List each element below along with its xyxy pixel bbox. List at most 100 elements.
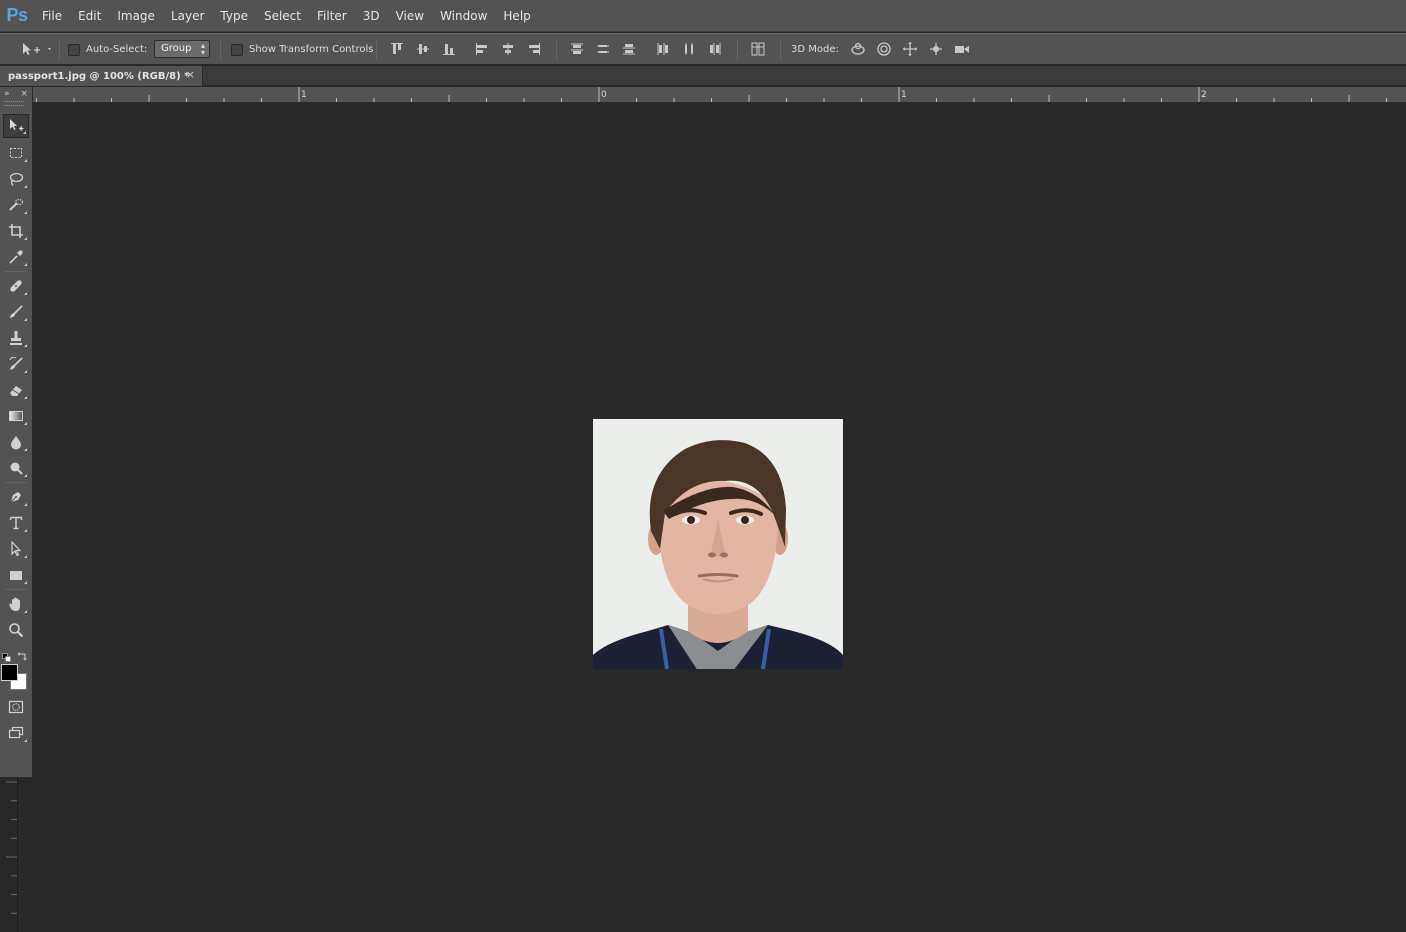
tool-flyout-indicator — [24, 159, 27, 162]
brush-tool-button[interactable] — [3, 300, 29, 324]
path-selection-tool-button[interactable] — [3, 537, 29, 561]
collapse-panel-icon[interactable]: » — [4, 89, 10, 99]
pen-icon — [10, 492, 21, 503]
path-selection-icon — [11, 541, 22, 557]
ruler-label: 1 — [901, 90, 907, 100]
rectangle-tool-button[interactable] — [3, 563, 29, 587]
align-left-edges-icon[interactable] — [474, 41, 490, 57]
slide-3d-object-icon[interactable] — [928, 41, 944, 57]
tools-panel-header: » × — [0, 87, 32, 101]
distribute-vertical-centers-icon[interactable] — [595, 41, 611, 57]
screen-mode-button[interactable] — [3, 721, 29, 745]
divider — [376, 40, 377, 60]
scale-3d-object-icon[interactable] — [954, 41, 970, 57]
distribute-top-edges-icon[interactable] — [569, 41, 585, 57]
divider — [220, 40, 221, 60]
panel-grip[interactable] — [4, 101, 24, 106]
tool-flyout-indicator — [24, 555, 27, 558]
close-panel-icon[interactable]: × — [20, 89, 28, 99]
lasso-tool-button[interactable] — [3, 167, 29, 191]
auto-select-target-dropdown[interactable]: Group ▴ ▾ — [154, 40, 210, 58]
distribute-bottom-edges-icon[interactable] — [621, 41, 637, 57]
options-bar: Auto-Select: Group ▴ ▾ Show Transform Con… — [0, 33, 1406, 65]
eraser-icon — [10, 386, 22, 396]
roll-3d-object-icon[interactable] — [876, 41, 892, 57]
document-tab[interactable]: passport1.jpg @ 100% (RGB/8) * × — [0, 66, 203, 86]
rotate-3d-object-icon[interactable] — [850, 41, 866, 57]
tool-flyout-indicator — [24, 370, 27, 373]
foreground-color-swatch[interactable] — [1, 664, 18, 681]
tool-flyout-indicator — [24, 211, 27, 214]
type-tool-button[interactable] — [3, 511, 29, 535]
auto-align-layers-icon[interactable] — [750, 41, 766, 57]
align-top-edges-icon[interactable] — [389, 41, 405, 57]
gradient-tool-button[interactable] — [3, 404, 29, 428]
menu-3d[interactable]: 3D — [355, 0, 388, 32]
ruler-label: 1 — [301, 90, 307, 100]
passport-photo[interactable] — [593, 419, 843, 669]
quick-selection-tool-button[interactable] — [3, 193, 29, 217]
auto-select-checkbox[interactable]: Auto-Select: — [68, 34, 147, 65]
move-tool-button[interactable] — [3, 114, 29, 138]
eyedropper-tool-button[interactable] — [3, 245, 29, 269]
menu-edit[interactable]: Edit — [70, 0, 109, 32]
menu-filter[interactable]: Filter — [309, 0, 355, 32]
menu-view[interactable]: View — [388, 0, 432, 32]
close-tab-icon[interactable]: × — [186, 68, 195, 81]
tool-flyout-indicator — [24, 185, 27, 188]
canvas-area[interactable] — [33, 104, 1406, 932]
crop-tool-button[interactable] — [3, 219, 29, 243]
menu-type[interactable]: Type — [212, 0, 256, 32]
blur-tool-button[interactable] — [3, 430, 29, 454]
quick-mask-mode-button[interactable] — [3, 695, 29, 719]
tool-group-divider — [4, 589, 28, 590]
type-icon — [9, 516, 23, 530]
transform-label: Show Transform Controls — [249, 44, 374, 55]
swap-colors-icon[interactable] — [17, 646, 27, 661]
eraser-tool-button[interactable] — [3, 378, 29, 402]
distribute-left-edges-icon[interactable] — [655, 41, 671, 57]
spot-healing-brush-tool-button[interactable] — [3, 274, 29, 298]
distribute-horizontal-centers-icon[interactable] — [681, 41, 697, 57]
show-transform-controls-checkbox[interactable]: Show Transform Controls — [231, 34, 373, 65]
drag-3d-object-icon[interactable] — [902, 41, 918, 57]
distribute-right-edges-icon[interactable] — [707, 41, 723, 57]
align-horizontal-centers-icon[interactable] — [500, 41, 516, 57]
screen-mode-icon — [8, 726, 24, 739]
3d-mode-label: 3D Mode: — [791, 44, 839, 55]
tool-flyout-indicator — [24, 396, 27, 399]
menu-window[interactable]: Window — [432, 0, 495, 32]
marquee-tool-button[interactable] — [3, 141, 29, 165]
tool-flyout-indicator — [24, 610, 27, 613]
hand-tool-button[interactable] — [3, 592, 29, 616]
clone-stamp-tool-button[interactable] — [3, 326, 29, 350]
menu-image[interactable]: Image — [109, 0, 163, 32]
menu-layer[interactable]: Layer — [163, 0, 212, 32]
lasso-icon — [9, 172, 24, 186]
tool-flyout-indicator — [24, 422, 27, 425]
clone-stamp-icon — [10, 331, 22, 345]
pen-tool-button[interactable] — [3, 485, 29, 509]
menu-file[interactable]: File — [34, 0, 70, 32]
move-tool-icon — [10, 119, 24, 131]
tool-group-divider — [4, 271, 28, 272]
default-colors-icon[interactable] — [2, 648, 12, 662]
photoshop-window: Ps File Edit Image Layer Type Select Fil… — [0, 0, 1406, 932]
transform-box[interactable] — [231, 43, 243, 56]
menu-select[interactable]: Select — [256, 0, 309, 32]
auto-select-box[interactable] — [68, 43, 80, 56]
zoom-tool-button[interactable] — [3, 618, 29, 642]
align-vertical-centers-icon[interactable] — [415, 41, 431, 57]
vertical-ruler[interactable] — [0, 778, 18, 932]
quick-mask-icon — [8, 700, 24, 714]
dodge-tool-button[interactable] — [3, 456, 29, 480]
rectangular-marquee-icon — [10, 148, 22, 158]
horizontal-ruler[interactable]: 1 0 1 2 — [33, 87, 1406, 103]
menu-help[interactable]: Help — [495, 0, 538, 32]
tool-flyout-indicator — [24, 448, 27, 451]
align-right-edges-icon[interactable] — [526, 41, 542, 57]
portrait-illustration — [593, 419, 843, 669]
align-bottom-edges-icon[interactable] — [441, 41, 457, 57]
history-brush-tool-button[interactable] — [3, 352, 29, 376]
tool-preset-picker[interactable] — [20, 41, 54, 57]
